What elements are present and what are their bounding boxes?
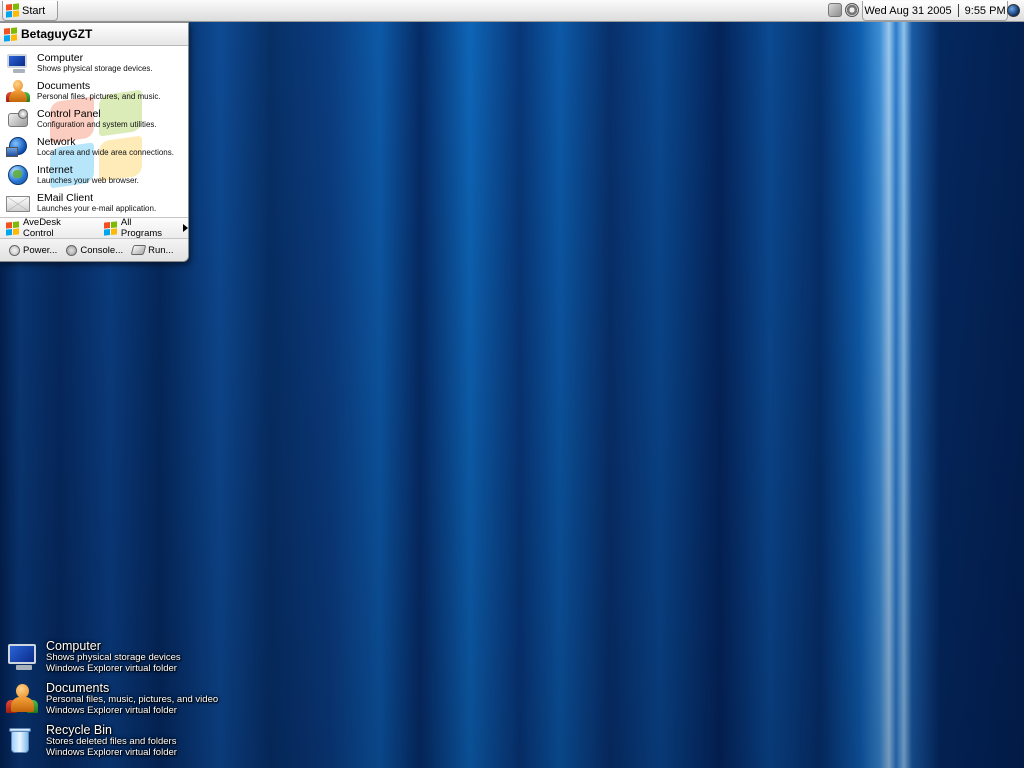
- console-icon: [66, 244, 78, 256]
- run-label: Run...: [148, 244, 174, 256]
- menu-item-title: Control Panel: [37, 108, 101, 120]
- network-icon: [6, 135, 30, 159]
- windows-logo-icon: [103, 220, 117, 236]
- menu-item-network[interactable]: Network Local area and wide area connect…: [0, 133, 188, 161]
- menu-item-documents[interactable]: Documents Personal files, pictures, and …: [0, 77, 188, 105]
- taskbar: Start Wed Aug 31 2005 9:55 PM: [0, 0, 1024, 22]
- avedesk-control-label: AveDesk Control: [23, 217, 61, 239]
- menu-item-computer[interactable]: Computer Shows physical storage devices.: [0, 49, 188, 77]
- menu-item-desc: Local area and wide area connections.: [37, 148, 174, 157]
- computer-icon: [6, 641, 38, 673]
- start-menu-program-row: AveDesk Control All Programs: [0, 217, 188, 239]
- menu-item-email-client[interactable]: EMail Client Launches your e-mail applic…: [0, 189, 188, 217]
- menu-item-desc: Personal files, pictures, and music.: [37, 92, 161, 101]
- desktop-icon-desc: Shows physical storage devices: [46, 652, 181, 663]
- menu-item-desc: Launches your web browser.: [37, 176, 139, 185]
- menu-item-title: EMail Client: [37, 192, 94, 204]
- menu-item-desc: Launches your e-mail application.: [37, 204, 157, 213]
- network-icon[interactable]: [828, 3, 842, 17]
- start-menu: BetaguyGZT Computer Shows physical stora…: [0, 22, 189, 262]
- email-icon: [6, 191, 30, 215]
- documents-icon: [6, 683, 38, 715]
- desktop-icon-type: Windows Explorer virtual folder: [46, 746, 177, 758]
- menu-item-title: Computer: [37, 52, 84, 64]
- windows-logo-icon: [6, 220, 19, 236]
- start-menu-header: BetaguyGZT: [0, 23, 188, 46]
- start-menu-items: Computer Shows physical storage devices.…: [0, 46, 188, 217]
- console-label: Console...: [80, 244, 124, 256]
- clock-time: 9:55 PM: [964, 4, 1006, 17]
- run-button[interactable]: Run...: [130, 244, 174, 256]
- windows-logo-icon: [4, 26, 17, 42]
- system-tray: [828, 3, 859, 17]
- power-icon: [9, 244, 20, 256]
- clock-date: Wed Aug 31 2005: [864, 4, 952, 17]
- clock-divider: [957, 4, 959, 17]
- desktop-icon-type: Windows Explorer virtual folder: [46, 704, 177, 716]
- control-panel-icon: [6, 107, 30, 131]
- run-icon: [130, 245, 147, 255]
- menu-item-desc: Shows physical storage devices.: [37, 64, 153, 73]
- windows-logo-icon: [6, 3, 19, 18]
- globe-icon[interactable]: [1007, 4, 1020, 17]
- clock[interactable]: Wed Aug 31 2005 9:55 PM: [862, 1, 1008, 21]
- desktop-icon-documents[interactable]: Documents Personal files, music, picture…: [6, 682, 218, 716]
- menu-item-title: Documents: [37, 80, 91, 92]
- documents-icon: [6, 79, 30, 103]
- desktop-icon-recycle-bin[interactable]: Recycle Bin Stores deleted files and fol…: [6, 724, 177, 758]
- internet-icon: [6, 163, 30, 187]
- desktop-icon-computer[interactable]: Computer Shows physical storage devices …: [6, 640, 181, 674]
- start-label: Start: [22, 4, 46, 17]
- volume-icon[interactable]: [845, 3, 859, 17]
- menu-item-title: Internet: [37, 164, 73, 176]
- menu-item-title: Network: [37, 136, 76, 148]
- power-button[interactable]: Power...: [9, 244, 58, 256]
- recycle-bin-icon: [6, 725, 38, 757]
- desktop-icon-type: Windows Explorer virtual folder: [46, 662, 177, 674]
- power-label: Power...: [23, 244, 58, 256]
- console-button[interactable]: Console...: [66, 244, 124, 256]
- desktop-icon-desc: Stores deleted files and folders: [46, 736, 177, 747]
- menu-item-desc: Configuration and system utilities.: [37, 120, 157, 129]
- desktop-icon-desc: Personal files, music, pictures, and vid…: [46, 694, 219, 705]
- start-menu-footer: Power... Console... Run...: [0, 239, 188, 261]
- all-programs-button[interactable]: All Programs: [103, 217, 188, 239]
- menu-item-control-panel[interactable]: Control Panel Configuration and system u…: [0, 105, 188, 133]
- avedesk-control-button[interactable]: AveDesk Control: [6, 217, 94, 239]
- start-button[interactable]: Start: [2, 1, 58, 21]
- computer-icon: [6, 51, 30, 75]
- user-name: BetaguyGZT: [21, 27, 93, 41]
- chevron-right-icon: [183, 224, 188, 232]
- menu-item-internet[interactable]: Internet Launches your web browser.: [0, 161, 188, 189]
- all-programs-label: All Programs: [120, 217, 163, 239]
